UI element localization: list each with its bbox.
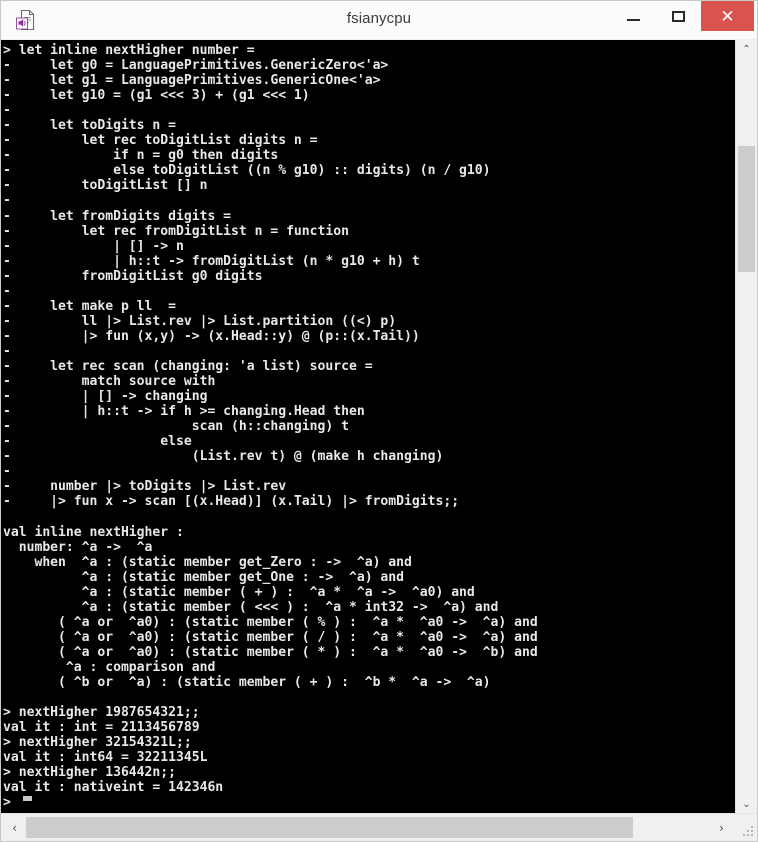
console-output-surface[interactable]: > let inline nextHigher number = - let g… xyxy=(1,40,735,813)
vertical-scrollbar[interactable]: ⌃ ⌄ xyxy=(735,40,757,813)
minimize-button[interactable] xyxy=(610,1,656,31)
console-row: > let inline nextHigher number = - let g… xyxy=(1,40,757,813)
vertical-scrollbar-thumb[interactable] xyxy=(738,146,755,272)
scroll-left-icon[interactable]: ‹ xyxy=(3,814,26,841)
console-area: > let inline nextHigher number = - let g… xyxy=(1,40,757,841)
resize-grip-icon[interactable] xyxy=(742,826,754,838)
horizontal-scrollbar-thumb[interactable] xyxy=(26,817,634,838)
scroll-down-icon[interactable]: ⌄ xyxy=(736,795,757,813)
close-icon: ✕ xyxy=(720,6,735,26)
console-cursor xyxy=(23,796,32,801)
horizontal-scrollbar[interactable]: ‹ › xyxy=(1,813,757,841)
console-window: fsianycpu ✕ > let inline nextHigher numb… xyxy=(0,0,758,842)
maximize-button[interactable] xyxy=(655,1,701,31)
minimize-icon xyxy=(626,18,640,21)
console-text: > let inline nextHigher number = - let g… xyxy=(3,43,538,811)
scroll-right-icon[interactable]: › xyxy=(710,814,733,841)
fsharp-script-file-icon xyxy=(14,8,38,32)
maximize-icon xyxy=(671,10,685,22)
window-titlebar[interactable]: fsianycpu ✕ xyxy=(1,1,757,40)
scroll-up-icon[interactable]: ⌃ xyxy=(736,40,757,58)
close-button[interactable]: ✕ xyxy=(701,1,754,31)
